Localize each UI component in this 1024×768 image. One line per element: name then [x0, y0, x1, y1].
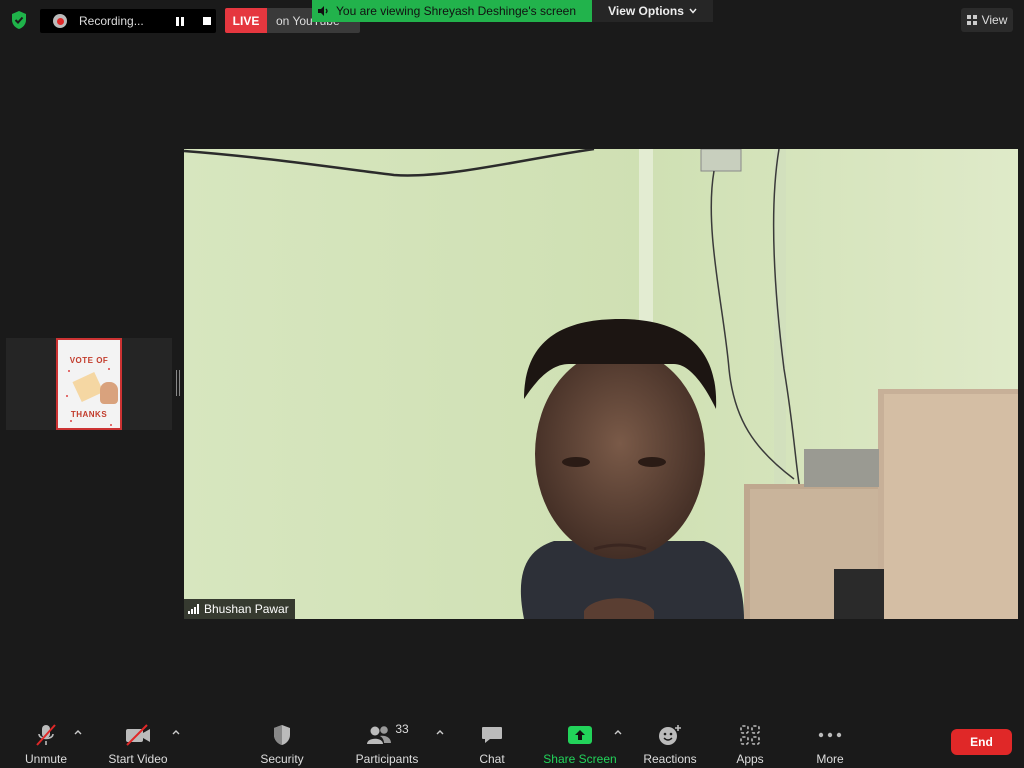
apps-label: Apps: [736, 752, 764, 766]
participant-name: Bhushan Pawar: [204, 602, 289, 616]
reactions-button[interactable]: Reactions: [641, 714, 699, 768]
chevron-down-icon: [689, 8, 697, 14]
thumbnail-title-line1: VOTE OF: [69, 356, 109, 365]
reactions-label: Reactions: [643, 752, 697, 766]
security-button[interactable]: Security: [256, 714, 308, 768]
speaker-icon: [318, 6, 328, 16]
participants-label: Participants: [355, 752, 419, 766]
more-label: More: [816, 752, 844, 766]
view-options-label: View Options: [608, 4, 684, 18]
grid-view-icon: [966, 15, 977, 25]
meeting-toolbar: Unmute Start Video Security 33 Participa…: [0, 714, 1024, 768]
security-label: Security: [260, 752, 304, 766]
recording-label: Recording...: [79, 14, 144, 28]
view-layout-button[interactable]: View: [961, 8, 1013, 32]
participants-icon: [367, 726, 392, 744]
chat-button[interactable]: Chat: [470, 714, 514, 768]
reactions-smiley-icon: [659, 725, 681, 745]
share-screen-arrow-icon: [568, 726, 592, 744]
recording-dot-icon: [53, 14, 67, 28]
chat-label: Chat: [479, 752, 505, 766]
thumbnail-title-line2: THANKS: [70, 410, 108, 419]
hand-image: [100, 382, 118, 404]
participant-name-tag: Bhushan Pawar: [184, 599, 295, 619]
view-label: View: [981, 13, 1008, 27]
pause-recording-button[interactable]: [173, 14, 187, 28]
start-video-button[interactable]: Start Video: [106, 714, 170, 768]
microphone-muted-icon: [36, 724, 56, 746]
shield-check-icon[interactable]: [10, 10, 28, 30]
apps-button[interactable]: Apps: [728, 714, 772, 768]
view-options-button[interactable]: View Options: [592, 0, 713, 22]
participants-button[interactable]: 33 Participants: [352, 714, 422, 768]
main-video-feed: [184, 149, 1018, 619]
more-ellipsis-icon: [818, 732, 842, 738]
share-options-caret-icon[interactable]: [613, 728, 623, 736]
share-screen-label: Share Screen: [543, 752, 617, 766]
recording-indicator: Recording...: [40, 9, 216, 33]
signal-strength-icon: [188, 604, 199, 614]
live-badge[interactable]: LIVE: [225, 8, 267, 33]
security-shield-icon: [274, 725, 290, 745]
more-button[interactable]: More: [808, 714, 852, 768]
video-camera-off-icon: [126, 724, 150, 746]
participants-count: 33: [395, 722, 409, 736]
split-resize-handle[interactable]: [176, 370, 180, 396]
stop-recording-button[interactable]: [200, 14, 214, 28]
video-options-caret-icon[interactable]: [171, 728, 181, 736]
unmute-button[interactable]: Unmute: [20, 714, 72, 768]
end-meeting-button[interactable]: End: [951, 729, 1012, 755]
apps-grid-icon: [740, 725, 760, 745]
video-frame-image: [184, 149, 1018, 619]
meeting-top-bar: Recording... LIVE on YouTube You are vie…: [0, 0, 1024, 40]
sticky-note-image: [72, 371, 104, 403]
participants-options-caret-icon[interactable]: [435, 728, 445, 736]
share-screen-button[interactable]: Share Screen: [543, 714, 617, 768]
start-video-label: Start Video: [108, 752, 168, 766]
viewing-banner-text: You are viewing Shreyash Deshinge's scre…: [336, 4, 576, 18]
shared-screen-thumbnail[interactable]: VOTE OF THANKS: [6, 338, 172, 430]
audio-options-caret-icon[interactable]: [73, 728, 83, 736]
viewing-screen-banner: You are viewing Shreyash Deshinge's scre…: [312, 0, 592, 22]
vote-of-thanks-card: VOTE OF THANKS: [56, 338, 122, 430]
chat-bubble-icon: [482, 727, 502, 743]
unmute-label: Unmute: [24, 752, 68, 766]
